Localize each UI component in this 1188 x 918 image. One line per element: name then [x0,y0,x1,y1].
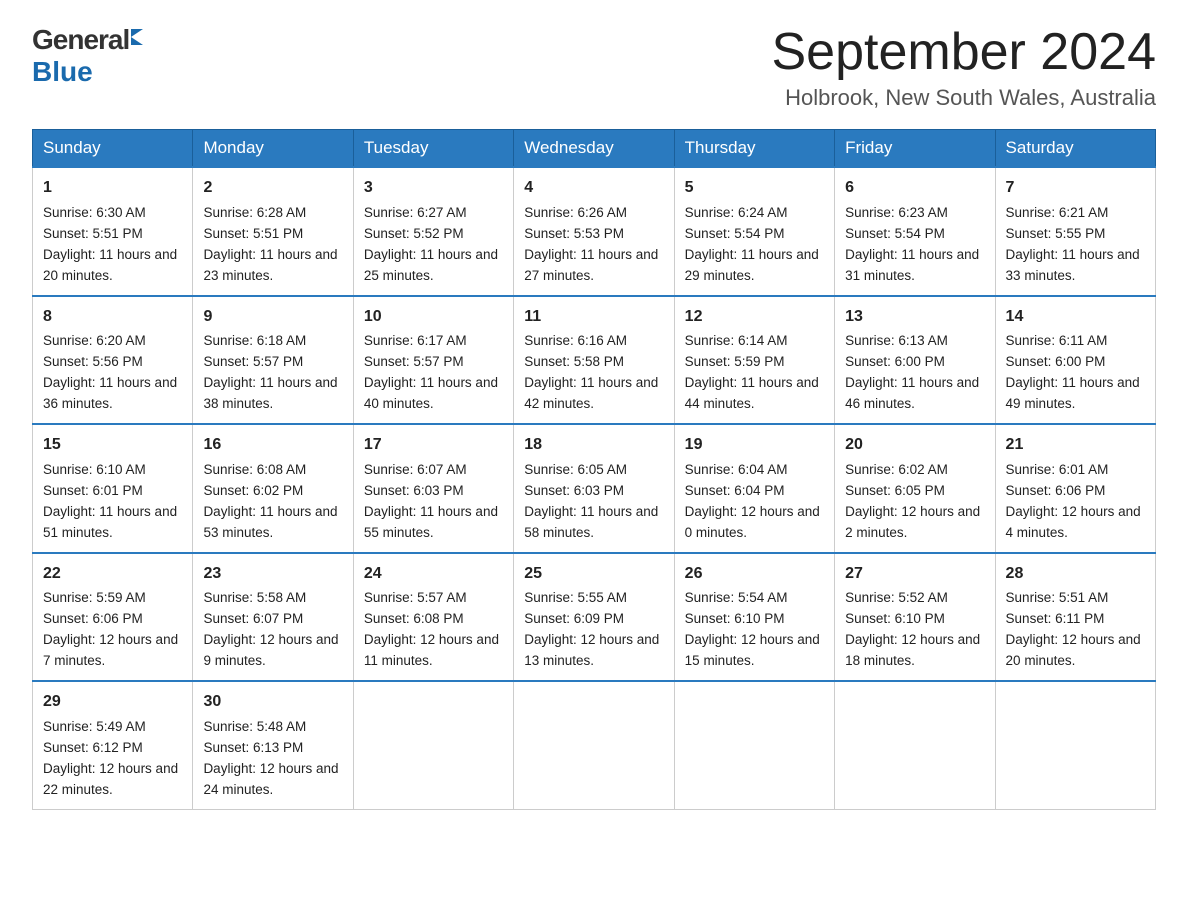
calendar-cell: 25Sunrise: 5:55 AMSunset: 6:09 PMDayligh… [514,553,674,681]
day-number: 25 [524,562,663,587]
calendar-cell [835,681,995,809]
day-number: 7 [1006,176,1145,201]
day-number: 10 [364,305,503,330]
calendar-cell: 6Sunrise: 6:23 AMSunset: 5:54 PMDaylight… [835,167,995,295]
calendar-cell: 29Sunrise: 5:49 AMSunset: 6:12 PMDayligh… [33,681,193,809]
calendar-cell: 27Sunrise: 5:52 AMSunset: 6:10 PMDayligh… [835,553,995,681]
calendar-cell: 8Sunrise: 6:20 AMSunset: 5:56 PMDaylight… [33,296,193,424]
day-number: 6 [845,176,984,201]
day-number: 1 [43,176,182,201]
calendar-cell: 30Sunrise: 5:48 AMSunset: 6:13 PMDayligh… [193,681,353,809]
calendar-cell: 24Sunrise: 5:57 AMSunset: 6:08 PMDayligh… [353,553,513,681]
calendar-cell: 3Sunrise: 6:27 AMSunset: 5:52 PMDaylight… [353,167,513,295]
day-header-tuesday: Tuesday [353,130,513,168]
day-number: 14 [1006,305,1145,330]
logo-blue-text: Blue [32,56,93,88]
calendar-row: 22Sunrise: 5:59 AMSunset: 6:06 PMDayligh… [33,553,1156,681]
page-header: General Blue September 2024 Holbrook, Ne… [32,24,1156,111]
calendar-cell: 9Sunrise: 6:18 AMSunset: 5:57 PMDaylight… [193,296,353,424]
day-number: 30 [203,690,342,715]
day-number: 11 [524,305,663,330]
calendar-cell: 12Sunrise: 6:14 AMSunset: 5:59 PMDayligh… [674,296,834,424]
day-number: 13 [845,305,984,330]
day-number: 28 [1006,562,1145,587]
calendar-cell: 13Sunrise: 6:13 AMSunset: 6:00 PMDayligh… [835,296,995,424]
logo-flag-icon [131,29,143,45]
calendar-row: 29Sunrise: 5:49 AMSunset: 6:12 PMDayligh… [33,681,1156,809]
day-number: 26 [685,562,824,587]
day-number: 27 [845,562,984,587]
calendar-cell: 16Sunrise: 6:08 AMSunset: 6:02 PMDayligh… [193,424,353,552]
logo: General Blue [32,24,143,88]
calendar-cell: 22Sunrise: 5:59 AMSunset: 6:06 PMDayligh… [33,553,193,681]
day-number: 12 [685,305,824,330]
calendar-cell: 18Sunrise: 6:05 AMSunset: 6:03 PMDayligh… [514,424,674,552]
calendar-cell: 11Sunrise: 6:16 AMSunset: 5:58 PMDayligh… [514,296,674,424]
day-number: 18 [524,433,663,458]
month-title: September 2024 [772,24,1157,81]
calendar-row: 1Sunrise: 6:30 AMSunset: 5:51 PMDaylight… [33,167,1156,295]
calendar-cell: 15Sunrise: 6:10 AMSunset: 6:01 PMDayligh… [33,424,193,552]
day-number: 5 [685,176,824,201]
day-header-sunday: Sunday [33,130,193,168]
day-number: 9 [203,305,342,330]
day-header-thursday: Thursday [674,130,834,168]
calendar-cell [995,681,1155,809]
day-number: 19 [685,433,824,458]
day-header-monday: Monday [193,130,353,168]
calendar-cell [674,681,834,809]
day-number: 29 [43,690,182,715]
day-number: 3 [364,176,503,201]
logo-general-text: General [32,24,129,56]
calendar-cell: 2Sunrise: 6:28 AMSunset: 5:51 PMDaylight… [193,167,353,295]
day-number: 24 [364,562,503,587]
calendar-cell: 10Sunrise: 6:17 AMSunset: 5:57 PMDayligh… [353,296,513,424]
day-number: 17 [364,433,503,458]
calendar-cell: 5Sunrise: 6:24 AMSunset: 5:54 PMDaylight… [674,167,834,295]
title-area: September 2024 Holbrook, New South Wales… [772,24,1157,111]
day-number: 4 [524,176,663,201]
calendar-cell [353,681,513,809]
calendar-cell: 26Sunrise: 5:54 AMSunset: 6:10 PMDayligh… [674,553,834,681]
day-header-friday: Friday [835,130,995,168]
calendar-cell: 1Sunrise: 6:30 AMSunset: 5:51 PMDaylight… [33,167,193,295]
location-title: Holbrook, New South Wales, Australia [772,85,1157,111]
calendar-cell: 20Sunrise: 6:02 AMSunset: 6:05 PMDayligh… [835,424,995,552]
day-number: 22 [43,562,182,587]
calendar-cell: 14Sunrise: 6:11 AMSunset: 6:00 PMDayligh… [995,296,1155,424]
day-number: 16 [203,433,342,458]
day-header-wednesday: Wednesday [514,130,674,168]
calendar-table: SundayMondayTuesdayWednesdayThursdayFrid… [32,129,1156,809]
calendar-cell: 28Sunrise: 5:51 AMSunset: 6:11 PMDayligh… [995,553,1155,681]
day-number: 2 [203,176,342,201]
calendar-cell: 7Sunrise: 6:21 AMSunset: 5:55 PMDaylight… [995,167,1155,295]
day-number: 20 [845,433,984,458]
calendar-cell: 23Sunrise: 5:58 AMSunset: 6:07 PMDayligh… [193,553,353,681]
calendar-row: 15Sunrise: 6:10 AMSunset: 6:01 PMDayligh… [33,424,1156,552]
calendar-cell: 4Sunrise: 6:26 AMSunset: 5:53 PMDaylight… [514,167,674,295]
day-number: 8 [43,305,182,330]
day-number: 23 [203,562,342,587]
day-number: 21 [1006,433,1145,458]
calendar-row: 8Sunrise: 6:20 AMSunset: 5:56 PMDaylight… [33,296,1156,424]
calendar-cell: 21Sunrise: 6:01 AMSunset: 6:06 PMDayligh… [995,424,1155,552]
calendar-cell: 19Sunrise: 6:04 AMSunset: 6:04 PMDayligh… [674,424,834,552]
calendar-cell: 17Sunrise: 6:07 AMSunset: 6:03 PMDayligh… [353,424,513,552]
day-header-saturday: Saturday [995,130,1155,168]
day-number: 15 [43,433,182,458]
calendar-cell [514,681,674,809]
